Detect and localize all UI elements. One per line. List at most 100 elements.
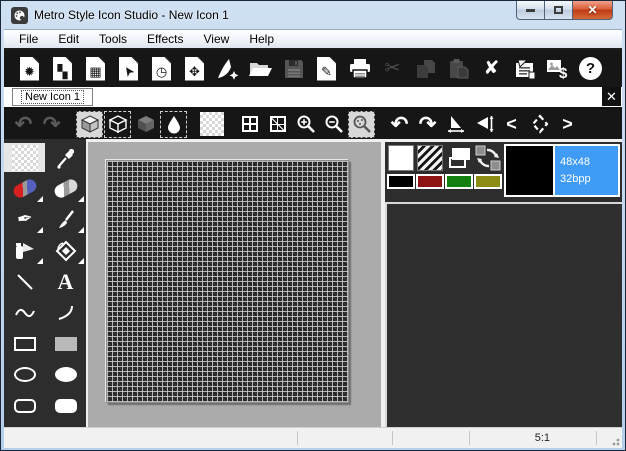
tool-brush[interactable] <box>45 205 86 234</box>
format-thumbnail <box>506 146 555 195</box>
copy-button[interactable] <box>410 53 441 84</box>
palette-swatch-black[interactable] <box>387 174 415 189</box>
tool-filled-rounded-rectangle[interactable] <box>45 391 86 420</box>
tool-fill[interactable] <box>45 236 86 265</box>
flip-vertical-button[interactable] <box>470 111 497 138</box>
tool-text[interactable]: A <box>45 267 86 296</box>
title-bar[interactable]: Metro Style Icon Studio - New Icon 1 ✕ <box>4 1 622 29</box>
main-toolbar: ✹ ▚ ▦ ➤ ◷ ✥ ✎ <box>4 50 622 87</box>
tool-airbrush[interactable] <box>4 236 45 265</box>
foreground-background-indicator[interactable] <box>445 144 473 172</box>
paste-button[interactable] <box>443 53 474 84</box>
format-list-panel[interactable] <box>385 202 622 427</box>
menu-view[interactable]: View <box>194 30 240 48</box>
edit-doc-icon: ✎ <box>317 57 336 81</box>
purchase-button[interactable]: $ <box>542 53 573 84</box>
new-blank-icon-button[interactable]: ✹ <box>14 53 45 84</box>
zoom-in-button[interactable] <box>292 111 319 138</box>
tool-transparent-color[interactable] <box>4 143 45 172</box>
menu-tools[interactable]: Tools <box>89 30 137 48</box>
save-button[interactable] <box>278 53 309 84</box>
svg-text:$: $ <box>559 65 568 80</box>
rounded-rectangle-outline-icon <box>14 399 36 413</box>
new-template-icon-button[interactable]: ▚ <box>47 53 78 84</box>
resize-grip[interactable] <box>610 436 620 446</box>
new-clock-icon: ◷ <box>152 57 171 81</box>
canvas-workspace <box>86 139 381 427</box>
tool-ellipse[interactable] <box>4 360 45 389</box>
tool-filled-rectangle[interactable] <box>45 329 86 358</box>
wizard-icon <box>216 57 240 81</box>
menu-edit[interactable]: Edit <box>48 30 89 48</box>
open-button[interactable] <box>245 53 276 84</box>
tool-rounded-rectangle[interactable] <box>4 391 45 420</box>
color-droplet-button[interactable] <box>160 111 187 138</box>
next-image-button[interactable]: > <box>554 111 581 138</box>
ellipse-filled-icon <box>55 367 77 382</box>
preview-wireframe-cube-button[interactable] <box>104 111 131 138</box>
preview-solid-cube-button[interactable] <box>76 111 103 138</box>
fit-view-button[interactable] <box>526 111 553 138</box>
tool-filled-ellipse[interactable] <box>45 360 86 389</box>
undo-button[interactable]: ↶ <box>10 111 37 138</box>
minimize-icon <box>526 9 535 12</box>
primary-color-white <box>388 145 414 171</box>
tool-line[interactable] <box>4 267 45 296</box>
wizard-button[interactable] <box>212 53 243 84</box>
transparency-pattern-button[interactable] <box>198 111 225 138</box>
flyout-triangle <box>78 258 84 264</box>
view-toolbar: ↶ ↷ <box>4 109 622 139</box>
droplet-icon <box>166 115 182 134</box>
photo-dollar-icon: $ <box>545 58 571 80</box>
preview-gray-cube-button[interactable] <box>132 111 159 138</box>
transparent-swatch-icon <box>12 145 38 171</box>
swap-colors-button[interactable] <box>474 144 502 172</box>
tool-curve[interactable] <box>4 298 45 327</box>
show-grid-button[interactable] <box>236 111 263 138</box>
maximize-button[interactable] <box>545 1 572 20</box>
new-cursor-icon: ➤ <box>119 57 138 81</box>
tool-eraser[interactable] <box>45 174 86 203</box>
tool-eyedropper[interactable] <box>45 143 86 172</box>
rotate-left-button[interactable]: ↶ <box>386 111 413 138</box>
rotate-right-button[interactable]: ↷ <box>414 111 441 138</box>
format-list-item-selected[interactable]: 48x48 32bpp <box>504 144 620 197</box>
menu-effects[interactable]: Effects <box>137 30 193 48</box>
new-multisize-icon-button[interactable]: ✥ <box>179 53 210 84</box>
feedback-button[interactable] <box>509 53 540 84</box>
menu-file[interactable]: File <box>9 30 48 48</box>
palette-swatch-darkred[interactable] <box>416 174 444 189</box>
new-animated-cursor-button[interactable]: ◷ <box>146 53 177 84</box>
menu-help[interactable]: Help <box>239 30 284 48</box>
airbrush-icon <box>14 240 36 262</box>
close-button[interactable]: ✕ <box>572 1 613 20</box>
show-pixel-grid-button[interactable] <box>264 111 291 138</box>
help-button[interactable]: ? <box>575 53 606 84</box>
minimize-button[interactable] <box>516 1 545 20</box>
cut-button[interactable]: ✂ <box>377 53 408 84</box>
zoom-out-button[interactable] <box>320 111 347 138</box>
flip-horizontal-button[interactable] <box>442 111 469 138</box>
tool-color-eraser[interactable] <box>4 174 45 203</box>
print-button[interactable] <box>344 53 375 84</box>
secondary-color-swatch[interactable] <box>416 144 444 172</box>
new-library-icon-button[interactable]: ▦ <box>80 53 111 84</box>
primary-color-swatch[interactable] <box>387 144 415 172</box>
tool-rectangle[interactable] <box>4 329 45 358</box>
magnify-preview-button[interactable] <box>348 111 375 138</box>
format-depth: 32bpp <box>560 171 618 188</box>
close-tab-button[interactable]: ✕ <box>602 87 621 106</box>
palette-swatch-olive[interactable] <box>474 174 502 189</box>
previous-image-button[interactable]: < <box>498 111 525 138</box>
tool-pen[interactable]: ✒ <box>4 205 45 234</box>
transparent-hatch-swatch <box>417 145 443 171</box>
redo-button[interactable]: ↷ <box>38 111 65 138</box>
tool-arc[interactable] <box>45 298 86 327</box>
pixel-canvas[interactable] <box>106 160 349 403</box>
delete-button[interactable]: ✘ <box>476 53 507 84</box>
chevron-left-icon: < <box>506 114 517 135</box>
palette-swatch-green[interactable] <box>445 174 473 189</box>
edit-document-button[interactable]: ✎ <box>311 53 342 84</box>
tab-new-icon-1[interactable]: New Icon 1 <box>12 88 93 106</box>
new-cursor-icon-button[interactable]: ➤ <box>113 53 144 84</box>
